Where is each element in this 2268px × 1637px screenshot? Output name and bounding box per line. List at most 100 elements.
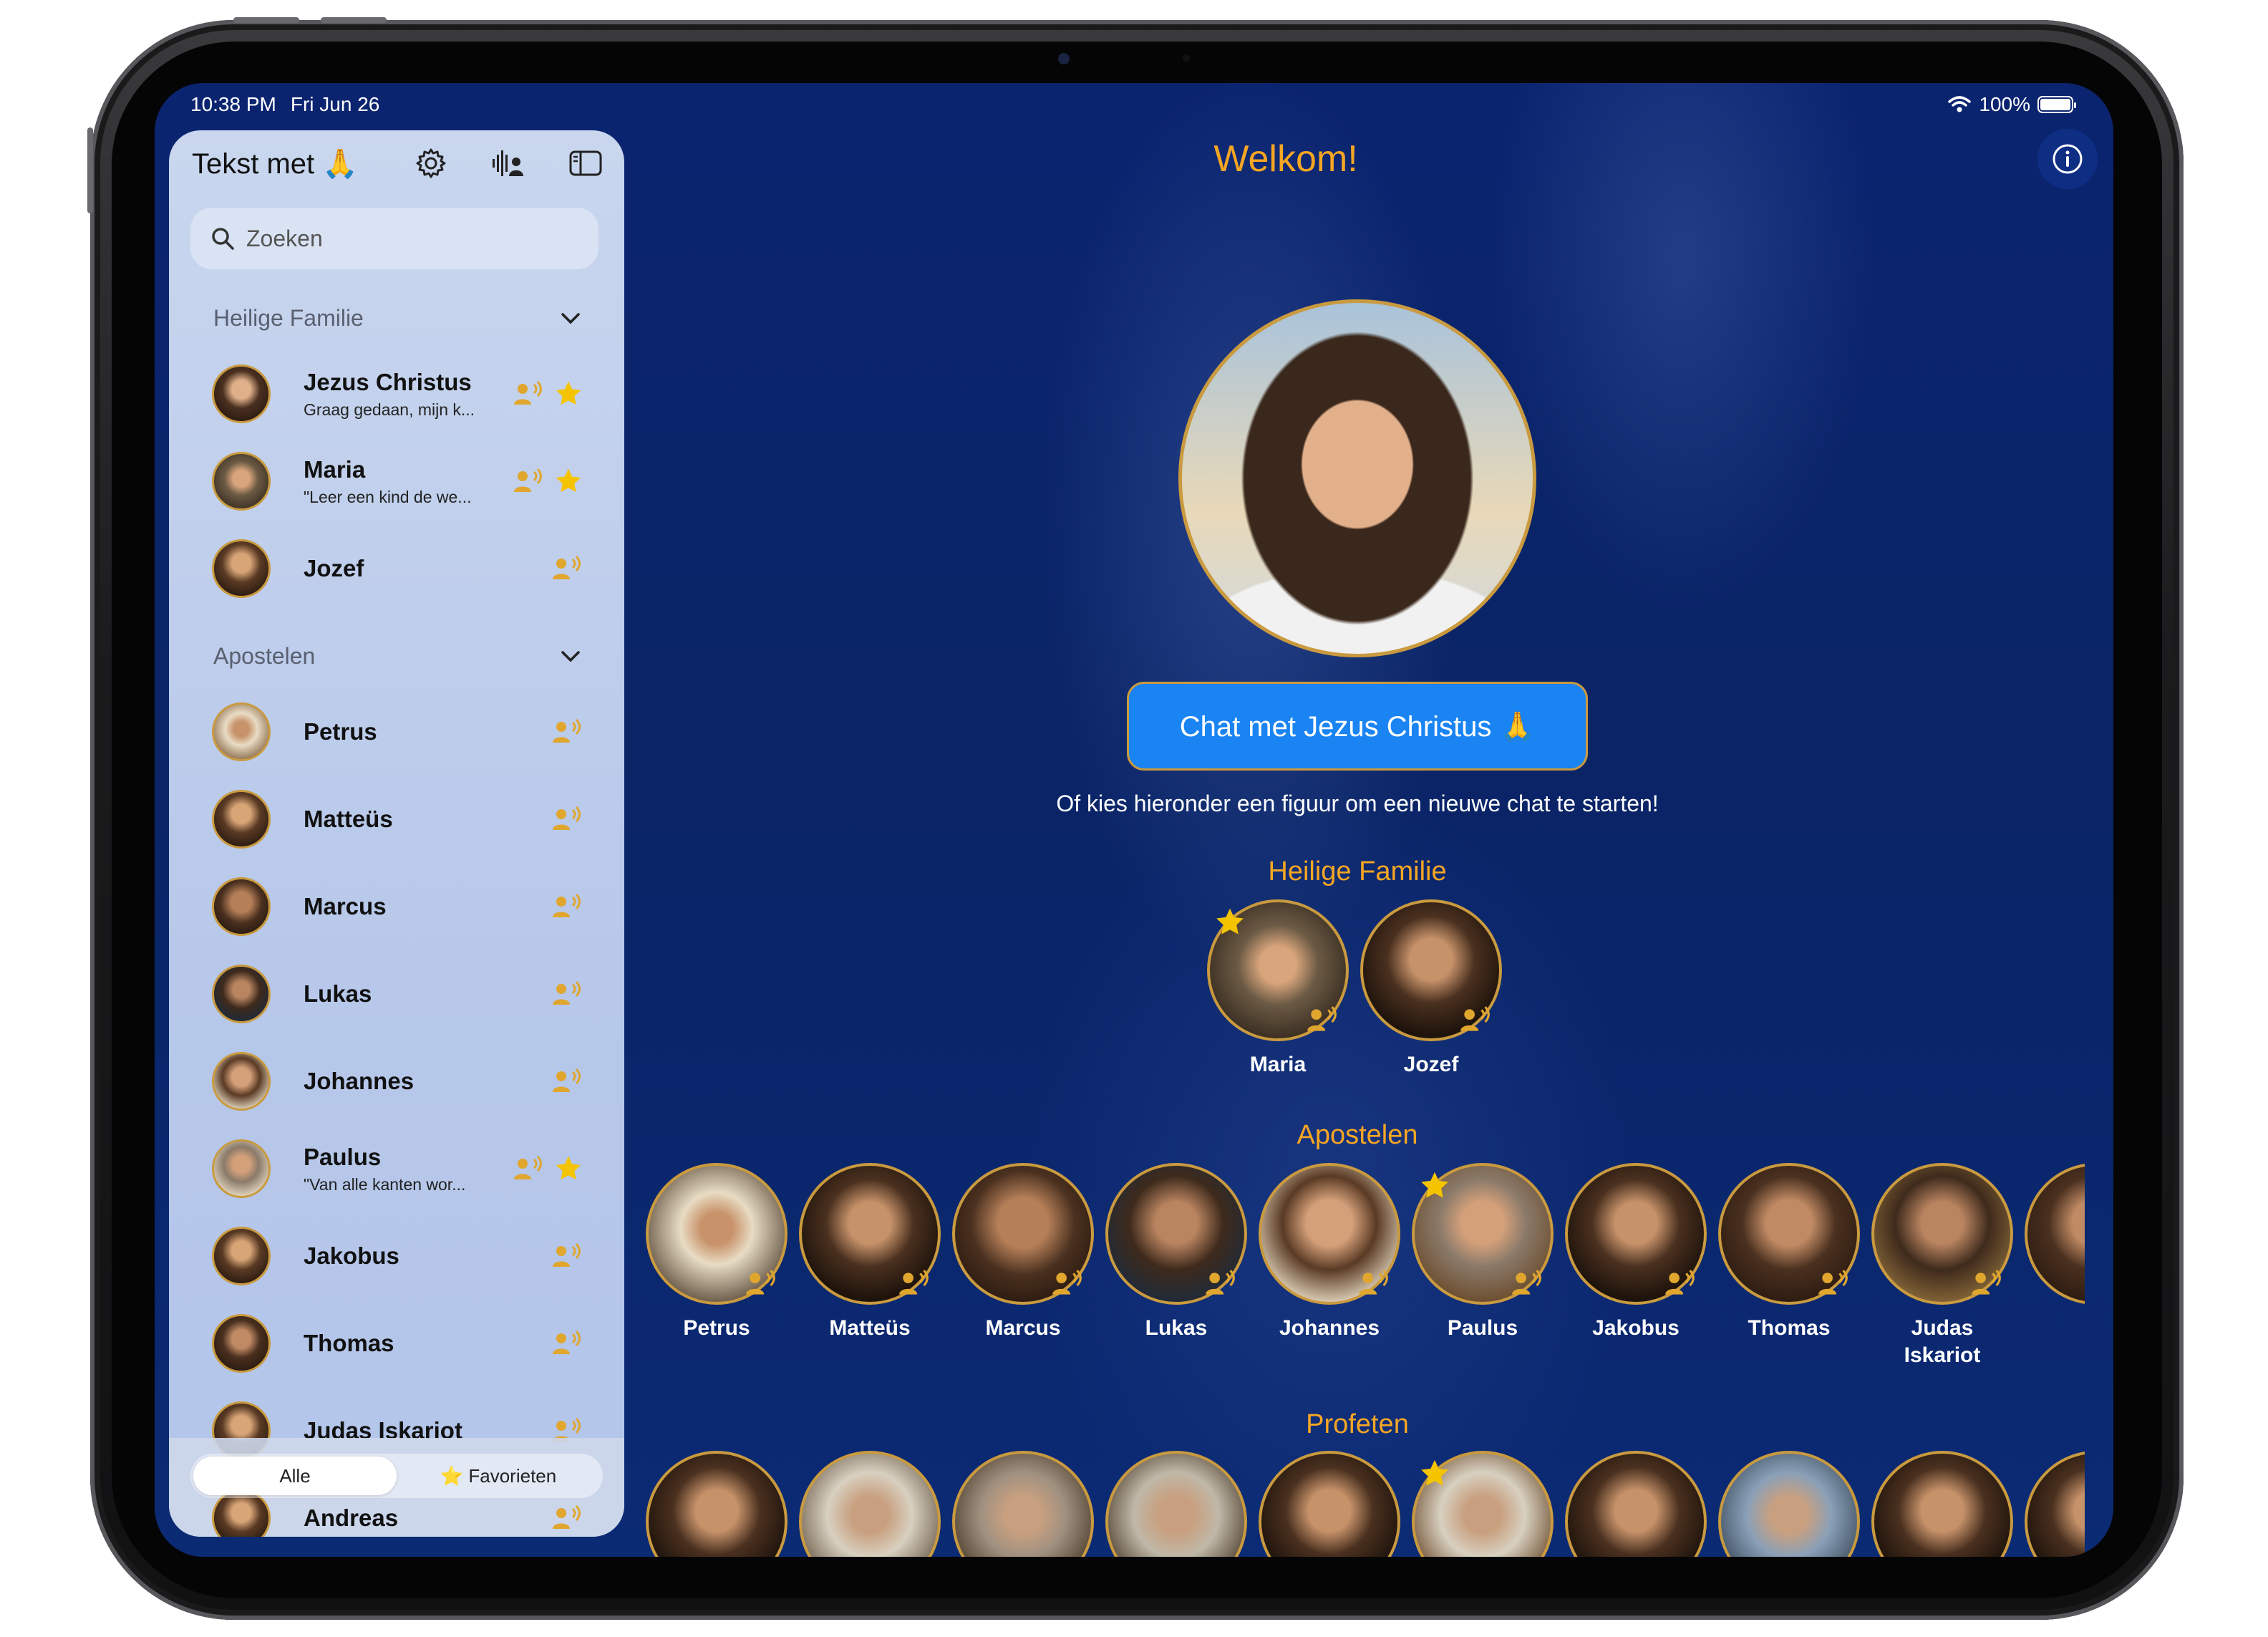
list-item-petrus[interactable]: Petrus [212, 696, 583, 768]
avatar [212, 539, 271, 598]
list-item-matteus[interactable]: Matteüs [212, 783, 583, 855]
voice-icon [1357, 1269, 1390, 1298]
wifi-icon [1948, 96, 1972, 112]
figure-marcus[interactable]: Marcus [952, 1163, 1094, 1342]
figure-name: Marcus [985, 1316, 1061, 1340]
item-name: Jozef [304, 555, 364, 581]
star-icon [554, 467, 583, 496]
instruction-text: Of kies hieronder een figuur om een nieu… [1056, 791, 1659, 816]
top-button [87, 127, 93, 213]
voice-icon [551, 555, 583, 582]
list-item-jakobus[interactable]: Jakobus [212, 1220, 583, 1292]
figure-avatar[interactable] [1871, 1451, 2013, 1557]
star-icon [554, 1154, 583, 1183]
screen: 10:38 PM Fri Jun 26 100% Tekst met 🙏 Zoe… [155, 83, 2113, 1557]
item-name: Matteüs [304, 806, 393, 832]
list-item-thomas[interactable]: Thomas [212, 1308, 583, 1379]
voice-icon [551, 1505, 583, 1532]
voice-icon [1970, 1269, 2003, 1298]
list-item-paulus[interactable]: Paulus "Van alle kanten wor... [212, 1133, 583, 1204]
figure-avatar[interactable] [1718, 1451, 1860, 1557]
segment-all[interactable]: Alle [193, 1457, 397, 1495]
figure-name: Matteüs [829, 1316, 911, 1340]
voice-icon [551, 1330, 583, 1357]
figure-avatar[interactable] [952, 1451, 1094, 1557]
avatar [212, 1314, 271, 1373]
item-name: Maria [304, 455, 366, 483]
avatar [212, 1052, 271, 1111]
figure-avatar[interactable] [2025, 1451, 2085, 1557]
figure-avatar [1207, 899, 1349, 1041]
figure-avatar [1105, 1163, 1247, 1305]
figure-judas-iskariot[interactable]: Judas Iskariot [1871, 1163, 2013, 1368]
figure-avatar[interactable] [1565, 1451, 1707, 1557]
figure-avatar [2025, 1163, 2085, 1305]
figure-avatar [1718, 1163, 1860, 1305]
list-item-marcus[interactable]: Marcus [212, 871, 583, 942]
voice-icon [551, 1242, 583, 1270]
avatar [212, 702, 271, 761]
figure-petrus[interactable]: Petrus [646, 1163, 788, 1342]
category-title-heilige-familie: Heilige Familie [1268, 856, 1447, 887]
search-icon [212, 228, 234, 250]
figure-avatar [1412, 1163, 1554, 1305]
figure-name: An [2065, 1315, 2085, 1342]
sidebar-toggle-icon[interactable] [568, 146, 603, 180]
figure-name: Petrus [683, 1316, 750, 1340]
figure-jozef[interactable]: Jozef [1360, 899, 1502, 1078]
section-header-heilige-familie[interactable]: Heilige Familie [213, 305, 581, 332]
figure-avatar[interactable] [646, 1451, 788, 1557]
search-input[interactable] [246, 225, 547, 252]
voice-icon [1511, 1269, 1544, 1298]
segment-favorites[interactable]: ⭐ Favorieten [397, 1457, 600, 1495]
battery-percent: 100% [1979, 93, 2030, 115]
list-item-johannes[interactable]: Johannes [212, 1046, 583, 1117]
voice-icon [551, 1068, 583, 1095]
figure-name: Jakobus [1592, 1316, 1680, 1340]
star-icon [1419, 1458, 1450, 1489]
voice-icon [1459, 1005, 1492, 1034]
sidebar-header: Tekst met 🙏 [192, 142, 603, 185]
figure-thomas[interactable]: Thomas [1718, 1163, 1860, 1342]
section-title: Apostelen [213, 643, 316, 669]
category-title-apostelen: Apostelen [1297, 1120, 1418, 1150]
figure-avatar[interactable] [1105, 1451, 1247, 1557]
hero-avatar-jezus[interactable] [1178, 299, 1536, 657]
figure-jakobus[interactable]: Jakobus [1565, 1163, 1707, 1342]
list-item-maria[interactable]: Maria "Leer een kind de we... [212, 445, 583, 517]
chevron-down-icon[interactable] [560, 650, 581, 664]
figure-name: Paulus [1447, 1316, 1518, 1340]
figure-name: Johannes [1279, 1316, 1380, 1340]
item-name: Johannes [304, 1068, 415, 1094]
list-item-jozef[interactable]: Jozef [212, 533, 583, 604]
voice-person-icon[interactable] [491, 146, 525, 180]
figure-paulus[interactable]: Paulus [1412, 1163, 1554, 1342]
figure-name: Judas Iskariot [1904, 1316, 1981, 1367]
figure-johannes[interactable]: Johannes [1259, 1163, 1400, 1342]
figure-avatar[interactable] [1412, 1451, 1554, 1557]
voice-icon [898, 1269, 931, 1298]
gear-icon[interactable] [414, 146, 448, 180]
section-header-apostelen[interactable]: Apostelen [213, 643, 581, 670]
figure-matteus[interactable]: Matteüs [799, 1163, 941, 1342]
chat-button[interactable]: Chat met Jezus Christus 🙏 [1127, 682, 1588, 771]
figure-avatar [1565, 1163, 1707, 1305]
figure-avatar[interactable] [799, 1451, 941, 1557]
list-item-jezus-christus[interactable]: Jezus Christus Graag gedaan, mijn k... [212, 358, 583, 430]
voice-icon [551, 718, 583, 745]
star-icon [1214, 907, 1246, 938]
figure-maria[interactable]: Maria [1207, 899, 1349, 1078]
item-preview: Graag gedaan, mijn k... [304, 400, 475, 419]
list-item-lukas[interactable]: Lukas [212, 958, 583, 1030]
figure-andreas[interactable]: An [2025, 1163, 2085, 1342]
item-name: Paulus [304, 1143, 382, 1170]
avatar [212, 452, 271, 511]
figure-lukas[interactable]: Lukas [1105, 1163, 1247, 1342]
voice-icon [551, 980, 583, 1008]
status-bar-left: 10:38 PM Fri Jun 26 [190, 93, 379, 116]
info-icon [2053, 144, 2083, 174]
chevron-down-icon[interactable] [560, 312, 581, 326]
search-field[interactable] [190, 208, 598, 269]
figure-avatar[interactable] [1259, 1451, 1400, 1557]
info-button[interactable] [2037, 129, 2098, 189]
